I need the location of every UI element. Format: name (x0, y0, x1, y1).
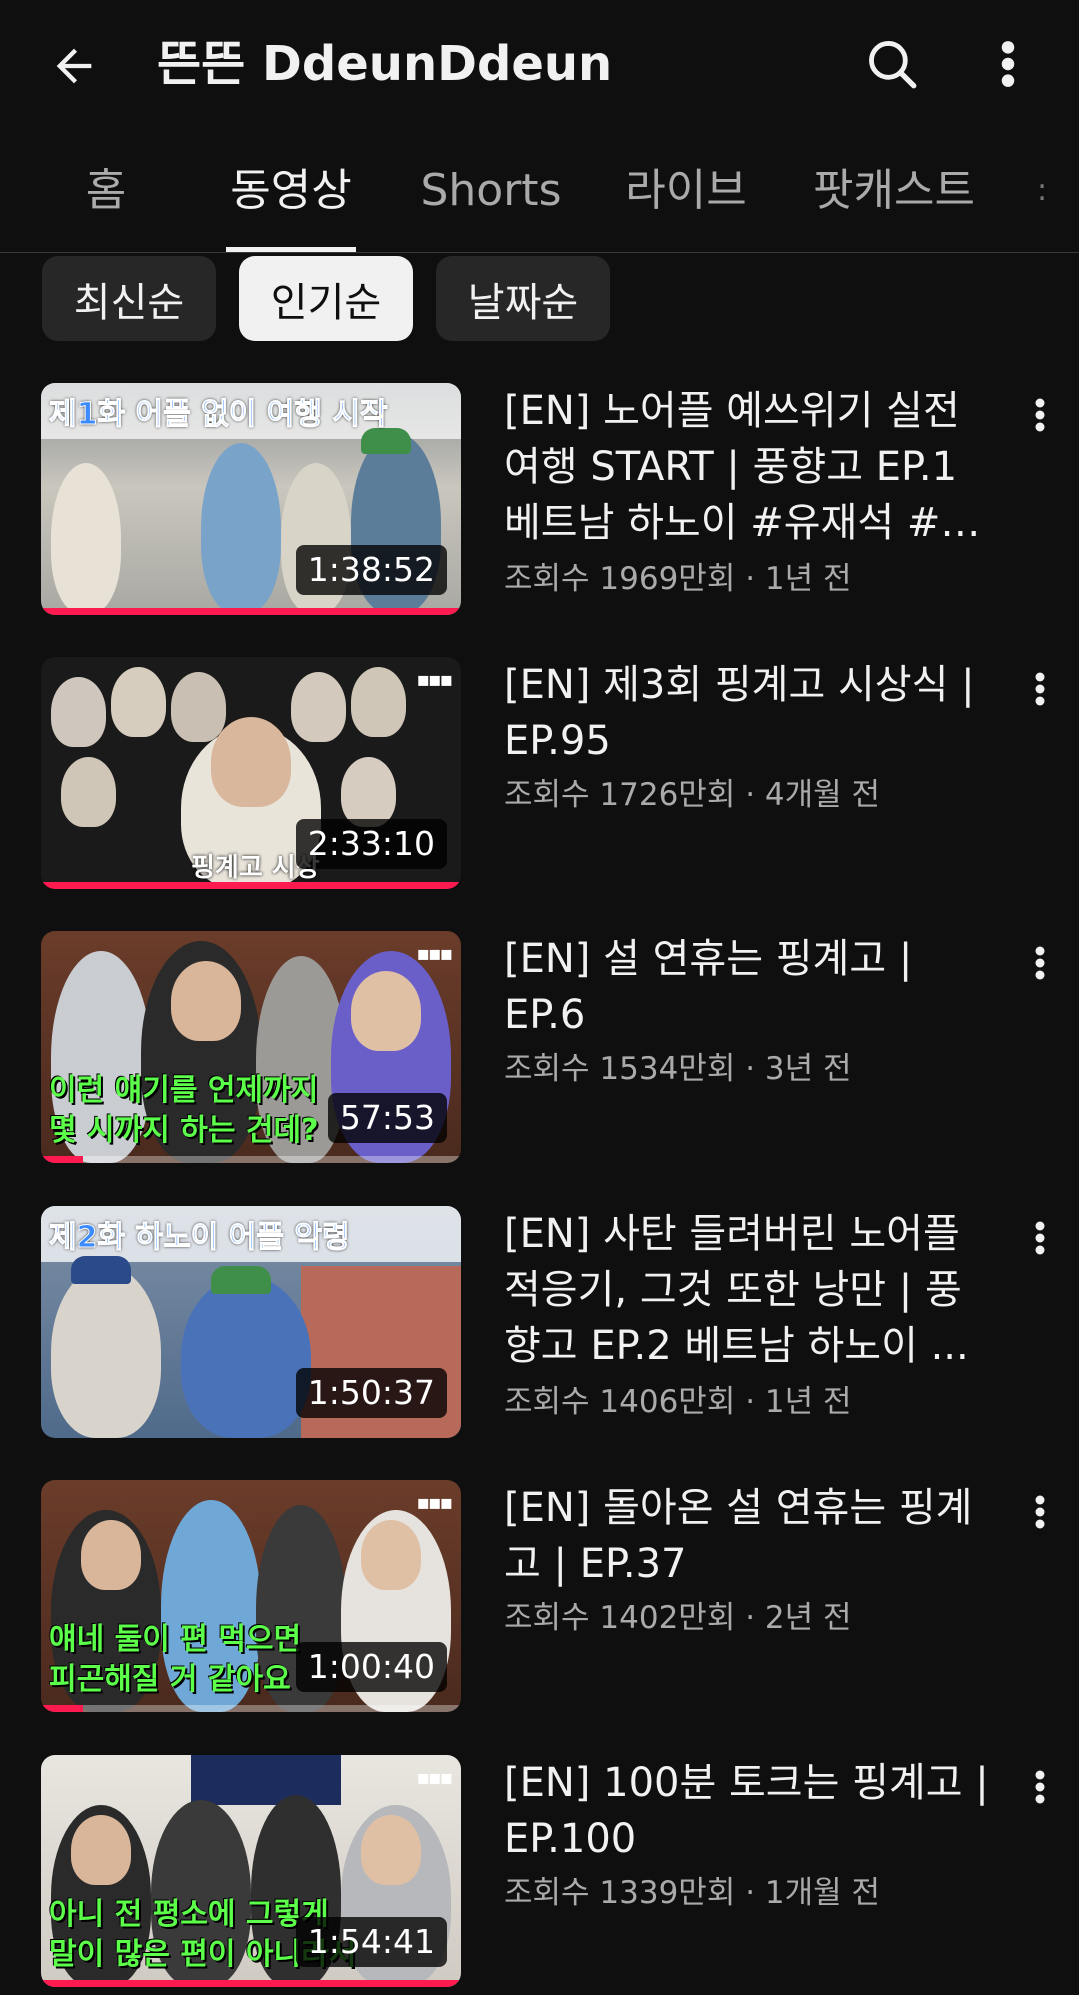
video-item[interactable]: ▪▪▪ 아니 전 평소에 그렇게 말이 많은 편이 아니라서 1:54:41 [… (0, 1755, 1079, 1995)
more-vertical-icon (1035, 398, 1045, 432)
thumbnail-caption: 아니 전 평소에 그렇게 (49, 1897, 329, 1932)
video-meta: 조회수 1969만회 · 1년 전 (504, 561, 852, 597)
video-more-button[interactable] (1020, 1757, 1060, 1817)
video-thumbnail[interactable]: 제2화 하노이 어플 악령 1:50:37 (41, 1206, 461, 1438)
watch-progress-track (41, 1705, 461, 1712)
video-item[interactable]: ▪▪▪ 얘네 둘이 편 먹으면 피곤해질 거 같아요 1:00:40 [EN] … (0, 1480, 1079, 1720)
video-meta: 조회수 1339만회 · 1개월 전 (504, 1875, 881, 1911)
more-vertical-icon (1035, 946, 1045, 980)
video-title[interactable]: [EN] 사탄 들려버린 노어플 적응기, 그것 또한 낭만 | 풍향고 EP.… (504, 1206, 994, 1374)
video-duration: 1:50:37 (295, 1368, 447, 1418)
thumbnail-caption: 얘네 둘이 편 먹으면 (49, 1622, 302, 1657)
video-more-button[interactable] (1020, 1482, 1060, 1542)
chip-latest[interactable]: 최신순 (42, 256, 216, 341)
arrow-left-icon (56, 48, 92, 84)
active-tab-indicator (226, 247, 356, 252)
search-icon (869, 41, 917, 89)
channel-watermark: ▪▪▪ (416, 667, 453, 691)
video-title[interactable]: [EN] 돌아온 설 연휴는 핑계고 | EP.37 (504, 1480, 994, 1592)
watch-progress-bar (41, 1980, 461, 1987)
video-meta: 조회수 1402만회 · 2년 전 (504, 1600, 852, 1636)
watch-progress-bar (41, 882, 461, 889)
thumbnail-caption: 이런 얘기를 언제까지 (49, 1073, 319, 1108)
more-vertical-icon (1035, 1770, 1045, 1804)
channel-watermark: ▪▪▪ (416, 1490, 453, 1514)
channel-watermark: ▪▪▪ (416, 1765, 453, 1789)
video-title[interactable]: [EN] 제3회 핑계고 시상식 | EP.95 (504, 657, 994, 769)
video-thumbnail[interactable]: 제1화 어플 없이 여행 시작 1:38:52 (41, 383, 461, 615)
video-more-button[interactable] (1020, 659, 1060, 719)
video-more-button[interactable] (1020, 385, 1060, 445)
thumbnail-caption: 제1화 어플 없이 여행 시작 (49, 397, 389, 433)
video-item[interactable]: ▪▪▪ 이런 얘기를 언제까지 몇 시까지 하는 건데? 57:53 [EN] … (0, 931, 1079, 1171)
video-more-button[interactable] (1020, 1208, 1060, 1268)
tab-overflow-indicator: : (1036, 173, 1048, 208)
chip-oldest[interactable]: 날짜순 (436, 256, 610, 341)
video-duration: 57:53 (327, 1093, 447, 1143)
video-title[interactable]: [EN] 100분 토크는 핑계고 | EP.100 (504, 1755, 994, 1867)
thumbnail-caption: 제2화 하노이 어플 악령 (49, 1220, 351, 1256)
more-vertical-icon (1035, 1495, 1045, 1529)
tab-videos[interactable]: 동영상 (226, 145, 356, 253)
chip-popular[interactable]: 인기순 (239, 256, 413, 341)
video-title[interactable]: [EN] 노어플 예쓰위기 실전 여행 START | 풍향고 EP.1 베트남… (504, 383, 994, 551)
thumbnail-caption-line-2: 몇 시까지 하는 건데? (49, 1113, 319, 1148)
video-thumbnail[interactable]: ▪▪▪ 얘네 둘이 편 먹으면 피곤해질 거 같아요 1:00:40 (41, 1480, 461, 1712)
channel-title: 뜬뜬 DdeunDdeun (157, 36, 613, 92)
video-item[interactable]: ▪▪▪ 핑계고 시상 2:33:10 [EN] 제3회 핑계고 시상식 | EP… (0, 657, 1079, 897)
more-vertical-icon (1035, 1221, 1045, 1255)
video-duration: 1:54:41 (295, 1917, 447, 1967)
sort-chips: 최신순 인기순 날짜순 (0, 256, 1079, 344)
tab-podcasts[interactable]: 팟캐스트 (810, 145, 978, 253)
more-vertical-icon (1035, 672, 1045, 706)
search-button[interactable] (856, 28, 928, 100)
video-duration: 1:38:52 (295, 545, 447, 595)
video-meta: 조회수 1534만회 · 3년 전 (504, 1051, 852, 1087)
video-duration: 2:33:10 (295, 819, 447, 869)
channel-watermark: ▪▪▪ (416, 941, 453, 965)
watch-progress-bar (41, 1156, 83, 1163)
video-thumbnail[interactable]: ▪▪▪ 핑계고 시상 2:33:10 (41, 657, 461, 889)
video-title[interactable]: [EN] 설 연휴는 핑계고 | EP.6 (504, 931, 994, 1043)
video-item[interactable]: 제1화 어플 없이 여행 시작 1:38:52 [EN] 노어플 예쓰위기 실전… (0, 383, 1079, 623)
more-vertical-icon (1001, 41, 1015, 87)
watch-progress-bar (41, 1705, 83, 1712)
tab-home[interactable]: 홈 (78, 145, 134, 253)
watch-progress-bar (41, 608, 461, 615)
thumbnail-caption-line-2: 피곤해질 거 같아요 (49, 1662, 291, 1697)
tab-live[interactable]: 라이브 (624, 145, 748, 253)
top-app-bar: 뜬뜬 DdeunDdeun (0, 0, 1079, 130)
video-meta: 조회수 1406만회 · 1년 전 (504, 1384, 852, 1420)
back-button[interactable] (38, 30, 110, 102)
video-duration: 1:00:40 (295, 1642, 447, 1692)
video-meta: 조회수 1726만회 · 4개월 전 (504, 777, 881, 813)
watch-progress-track (41, 1156, 461, 1163)
more-options-button[interactable] (980, 28, 1036, 100)
tab-shorts[interactable]: Shorts (420, 145, 562, 253)
video-more-button[interactable] (1020, 933, 1060, 993)
video-thumbnail[interactable]: ▪▪▪ 이런 얘기를 언제까지 몇 시까지 하는 건데? 57:53 (41, 931, 461, 1163)
video-thumbnail[interactable]: ▪▪▪ 아니 전 평소에 그렇게 말이 많은 편이 아니라서 1:54:41 (41, 1755, 461, 1987)
video-item[interactable]: 제2화 하노이 어플 악령 1:50:37 [EN] 사탄 들려버린 노어플 적… (0, 1206, 1079, 1446)
channel-tabs: 홈 동영상 Shorts 라이브 팟캐스트 : (0, 145, 1079, 253)
